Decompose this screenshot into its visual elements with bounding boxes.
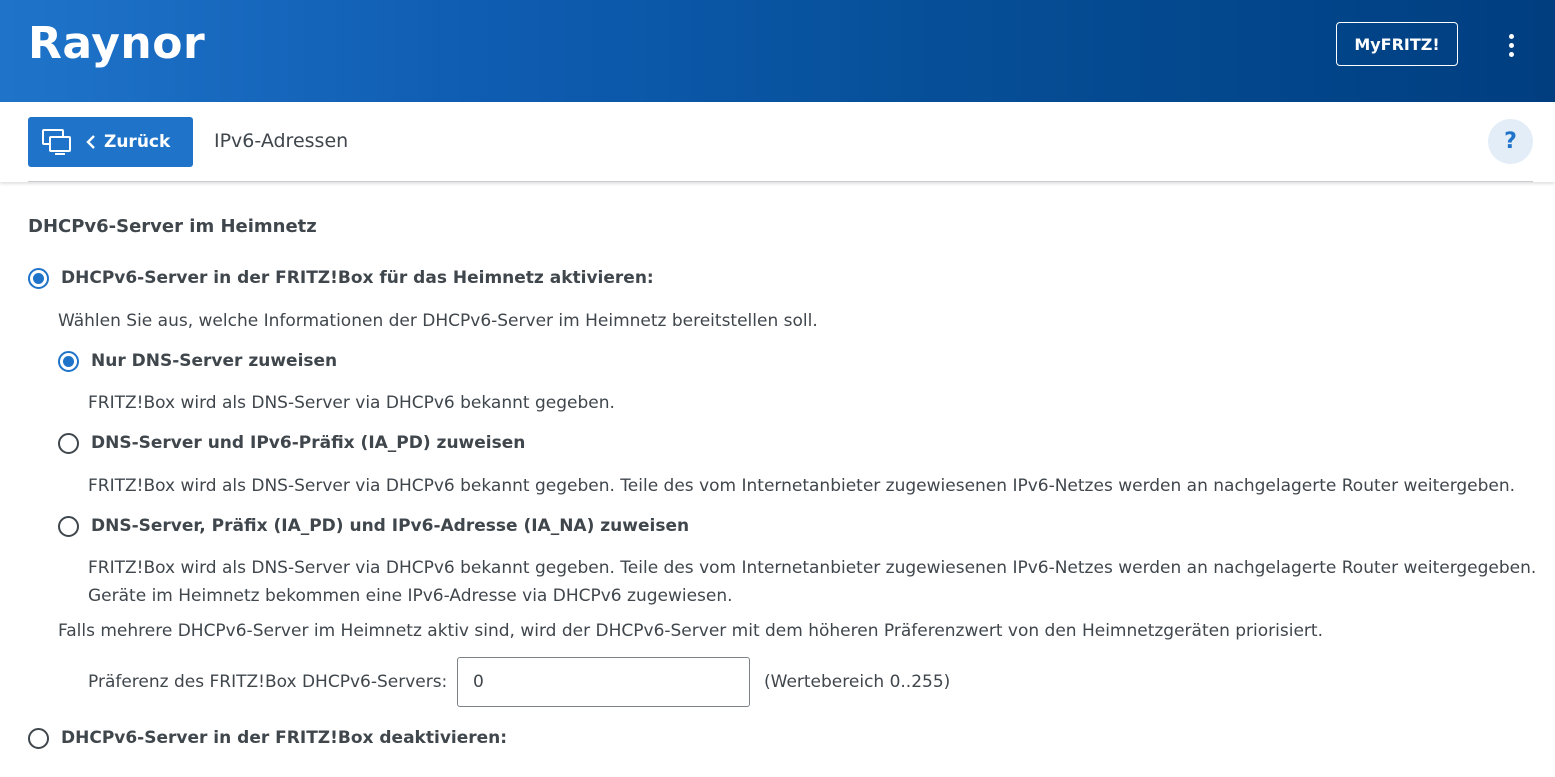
help-icon[interactable]: ?: [1488, 119, 1533, 164]
myfritz-button[interactable]: MyFRITZ!: [1336, 22, 1458, 66]
divider: [28, 181, 1533, 182]
preference-input[interactable]: [457, 657, 750, 707]
intro-text: Wählen Sie aus, welche Informationen der…: [58, 311, 818, 331]
back-button[interactable]: Zurück: [28, 117, 193, 167]
enable-dhcpv6-label[interactable]: DHCPv6-Server in der FRITZ!Box für das H…: [61, 268, 654, 288]
priority-note: Falls mehrere DHCPv6-Server im Heimnetz …: [58, 621, 1323, 641]
only-dns-radio[interactable]: [58, 351, 79, 372]
dns-prefix-radio[interactable]: [58, 433, 79, 454]
top-header: Raynor MyFRITZ!: [0, 0, 1555, 102]
disable-dhcpv6-radio[interactable]: [28, 728, 49, 749]
only-dns-label[interactable]: Nur DNS-Server zuweisen: [91, 351, 337, 371]
preference-range-hint: (Wertebereich 0..255): [764, 672, 951, 692]
monitor-icon: [42, 129, 72, 155]
enable-dhcpv6-radio[interactable]: [28, 268, 49, 289]
page-title: IPv6-Adressen: [214, 130, 349, 152]
device-name: Raynor: [28, 18, 206, 69]
disable-dhcpv6-label[interactable]: DHCPv6-Server in der FRITZ!Box deaktivie…: [61, 728, 507, 748]
dns-prefix-address-description: FRITZ!Box wird als DNS-Server via DHCPv6…: [88, 558, 1537, 578]
dns-prefix-address-radio[interactable]: [58, 516, 79, 537]
back-button-label: Zurück: [104, 132, 171, 152]
section-title: DHCPv6-Server im Heimnetz: [28, 216, 317, 237]
dns-prefix-description: FRITZ!Box wird als DNS-Server via DHCPv6…: [88, 476, 1516, 496]
dns-prefix-address-label[interactable]: DNS-Server, Präfix (IA_PD) und IPv6-Adre…: [91, 516, 689, 536]
preference-label: Präferenz des FRITZ!Box DHCPv6-Servers:: [88, 672, 448, 692]
dns-prefix-label[interactable]: DNS-Server und IPv6-Präfix (IA_PD) zuwei…: [91, 433, 525, 453]
kebab-menu-icon[interactable]: [1499, 28, 1523, 62]
dns-prefix-address-description-line2: Geräte im Heimnetz bekommen eine IPv6-Ad…: [88, 586, 733, 606]
only-dns-description: FRITZ!Box wird als DNS-Server via DHCPv6…: [88, 393, 615, 413]
chevron-left-icon: [86, 134, 96, 150]
